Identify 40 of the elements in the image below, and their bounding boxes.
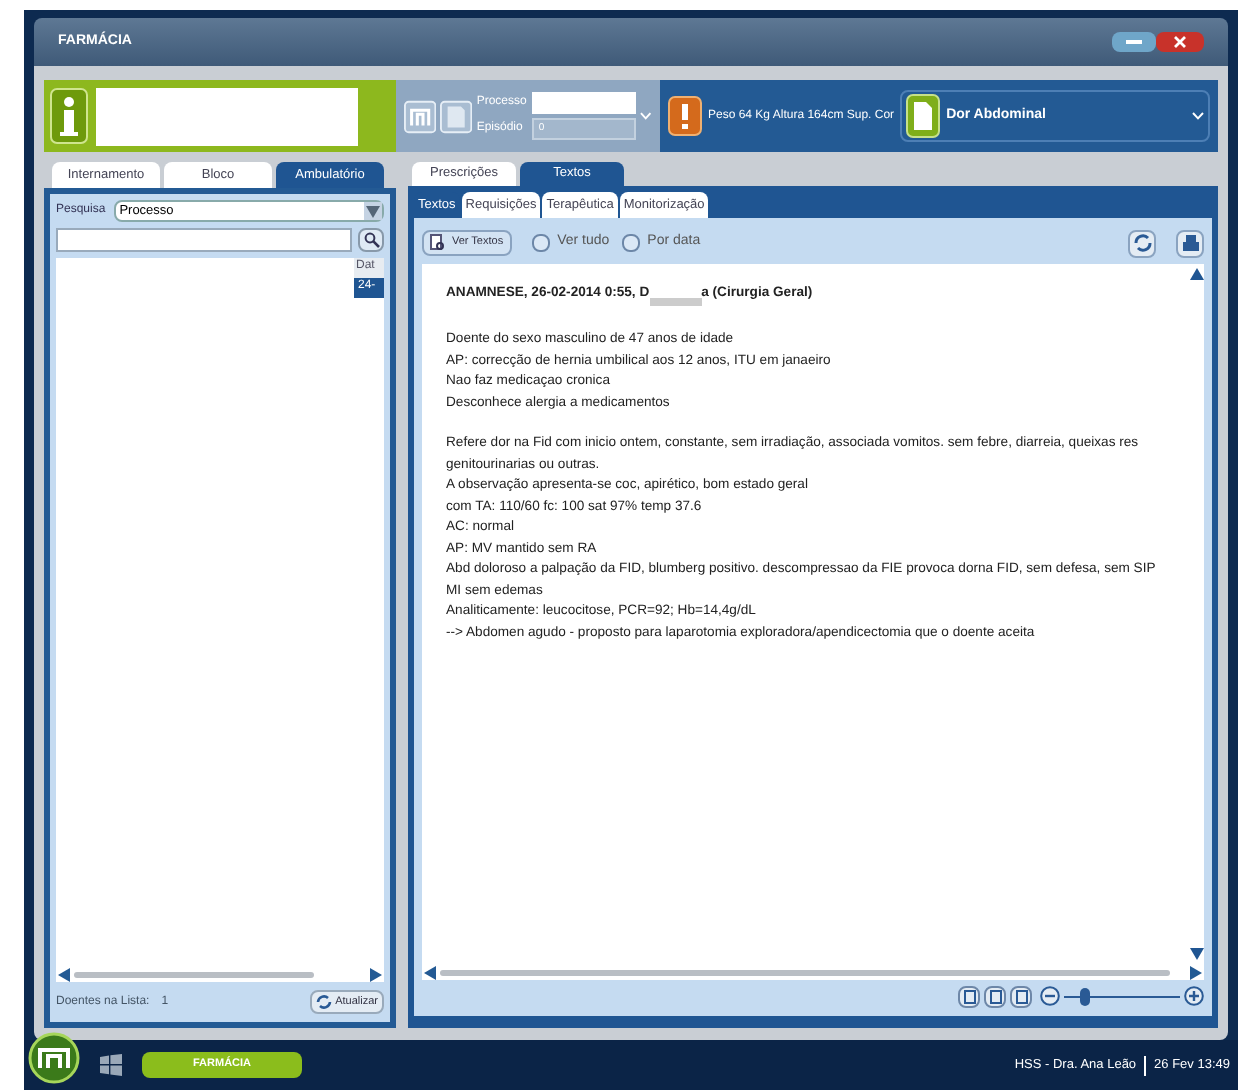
dropdown-arrow-icon[interactable] <box>366 205 380 217</box>
scrollbar-thumb[interactable] <box>440 969 1170 975</box>
process-field[interactable] <box>532 92 637 114</box>
document-icon <box>906 94 941 138</box>
slider-thumb[interactable] <box>1079 987 1090 1005</box>
scroll-up-arrow[interactable] <box>1189 268 1203 280</box>
info-icon <box>50 88 88 144</box>
search-field[interactable] <box>56 228 352 252</box>
zoom-slider[interactable] <box>1064 986 1180 1006</box>
redacted-block <box>649 298 702 306</box>
refresh-button[interactable] <box>1128 229 1156 257</box>
single-page-view-button[interactable] <box>958 985 980 1007</box>
chevron-icon <box>1192 112 1204 120</box>
app-logo-icon <box>28 1031 80 1083</box>
scroll-left-arrow[interactable] <box>424 965 436 979</box>
scroll-right-arrow[interactable] <box>1190 965 1202 979</box>
close-button[interactable] <box>1156 32 1204 52</box>
document-icon <box>440 99 473 133</box>
chevron-icon <box>640 112 653 120</box>
search-icon <box>363 232 379 248</box>
close-icon <box>1174 36 1186 48</box>
two-pages-view-button[interactable] <box>984 985 1006 1007</box>
scroll-down-arrow[interactable] <box>1189 948 1203 960</box>
scroll-left-arrow[interactable] <box>58 967 70 981</box>
scrollbar-thumb[interactable] <box>74 971 314 977</box>
windows-icon <box>100 1054 122 1076</box>
print-button[interactable] <box>1176 229 1204 257</box>
checkbox[interactable] <box>621 234 640 252</box>
minimize-button[interactable] <box>1112 32 1156 52</box>
page-list-view-button[interactable] <box>1010 985 1032 1007</box>
document-search-icon <box>430 234 446 252</box>
zoom-out-button[interactable] <box>1040 986 1060 1006</box>
printer-icon <box>1181 234 1199 252</box>
alert-icon <box>668 96 702 136</box>
scroll-right-arrow[interactable] <box>370 967 382 981</box>
refresh-icon <box>1133 234 1151 252</box>
search-button[interactable] <box>358 228 384 252</box>
zoom-in-button[interactable] <box>1184 986 1204 1006</box>
refresh-icon <box>315 994 332 1010</box>
checkbox[interactable] <box>531 234 550 252</box>
